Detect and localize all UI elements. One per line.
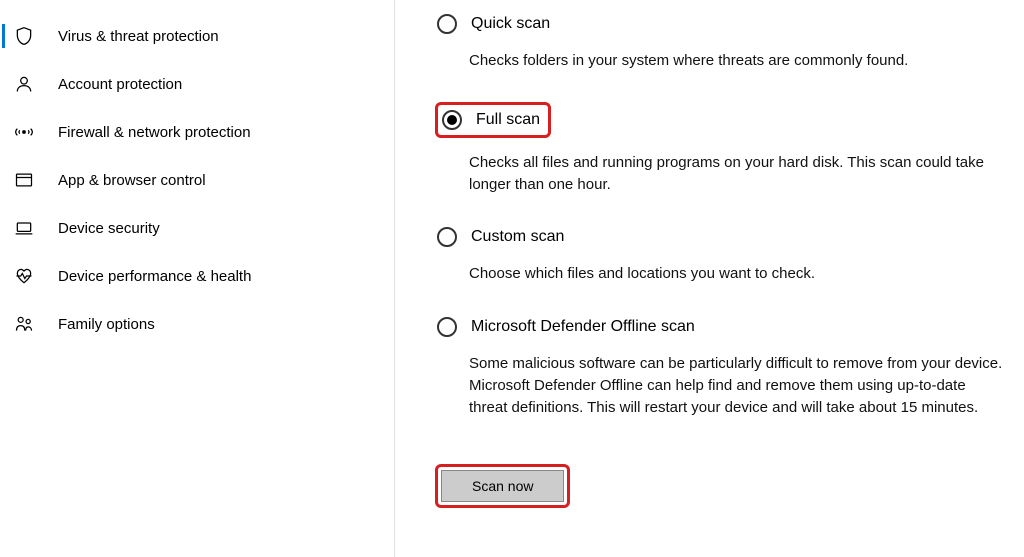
shield-icon [10,26,38,46]
scan-now-button[interactable]: Scan now [441,470,564,502]
sidebar-item-label: Device performance & health [58,268,251,285]
scan-option-quick: Quick scan Checks folders in your system… [435,12,1006,72]
sidebar: Virus & threat protection Account protec… [0,0,395,557]
sidebar-item-account[interactable]: Account protection [0,60,394,108]
radio-label: Custom scan [471,228,564,246]
scan-description: Checks folders in your system where thre… [469,50,1006,72]
sidebar-item-label: Firewall & network protection [58,124,251,141]
radio-full-scan[interactable]: Full scan [440,108,542,132]
sidebar-item-family[interactable]: Family options [0,300,394,348]
scan-option-full: Full scan Checks all files and running p… [435,102,1006,196]
heart-icon [10,266,38,286]
sidebar-item-device-security[interactable]: Device security [0,204,394,252]
scan-description: Checks all files and running programs on… [469,152,1006,196]
scan-option-custom: Custom scan Choose which files and locat… [435,225,1006,285]
scan-description: Choose which files and locations you wan… [469,263,1006,285]
main-content: Quick scan Checks folders in your system… [395,0,1024,557]
scan-description: Some malicious software can be particula… [469,353,1006,418]
scan-option-offline: Microsoft Defender Offline scan Some mal… [435,315,1006,418]
radio-label: Microsoft Defender Offline scan [471,318,695,336]
device-icon [10,218,38,238]
highlight-box: Full scan [435,102,551,138]
radio-icon [442,110,462,130]
sidebar-item-label: Account protection [58,76,182,93]
radio-icon [437,317,457,337]
radio-icon [437,227,457,247]
person-icon [10,74,38,94]
sidebar-item-label: App & browser control [58,172,206,189]
highlight-box: Scan now [435,464,570,508]
antenna-icon [10,122,38,142]
radio-icon [437,14,457,34]
radio-quick-scan[interactable]: Quick scan [435,12,1006,36]
sidebar-item-performance[interactable]: Device performance & health [0,252,394,300]
sidebar-item-virus-threat[interactable]: Virus & threat protection [0,12,394,60]
radio-label: Quick scan [471,15,550,33]
sidebar-item-label: Device security [58,220,160,237]
sidebar-item-app-browser[interactable]: App & browser control [0,156,394,204]
sidebar-item-label: Virus & threat protection [58,28,219,45]
radio-label: Full scan [476,111,540,129]
radio-offline-scan[interactable]: Microsoft Defender Offline scan [435,315,1006,339]
family-icon [10,314,38,334]
sidebar-item-label: Family options [58,316,155,333]
browser-icon [10,170,38,190]
radio-custom-scan[interactable]: Custom scan [435,225,1006,249]
sidebar-item-firewall[interactable]: Firewall & network protection [0,108,394,156]
